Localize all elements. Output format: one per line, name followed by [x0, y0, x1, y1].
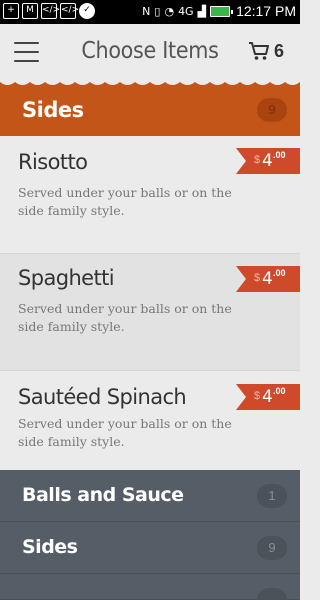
list-item[interactable]: Sautéed Spinach Served under your balls … [0, 371, 300, 449]
notification-icons: + M </> </> ✓ [3, 3, 95, 19]
category-count-badge: 9 [257, 536, 287, 560]
price-value: 4 [262, 387, 273, 407]
check-icon: ✓ [79, 3, 95, 19]
price-currency: $ [254, 154, 261, 166]
category-count-badge [257, 588, 287, 600]
item-description: Served under your balls or on the side f… [18, 301, 232, 334]
system-icons: N ▯ ◔ 4G ▟ 12:17 PM [142, 3, 296, 19]
nfc-icon: N [142, 4, 151, 18]
cart-count: 6 [273, 40, 284, 61]
list-item[interactable]: Spaghetti Served under your balls or on … [0, 254, 300, 371]
item-description: Served under your balls or on the side f… [18, 416, 232, 449]
section-header[interactable]: Sides 9 [0, 80, 300, 136]
category-count-badge: 1 [257, 484, 287, 508]
price-cents: .00 [273, 268, 286, 278]
wifi-icon: ◔ [164, 4, 175, 18]
item-name: Sautéed Spinach [18, 385, 187, 409]
vibrate-icon: ▯ [154, 4, 161, 18]
network-label: 4G [178, 4, 194, 18]
price-cents: .00 [273, 386, 286, 396]
signal-icon: ▟ [197, 4, 207, 18]
price-tag[interactable]: $ 4 .00 [236, 266, 300, 292]
price-value: 4 [262, 151, 273, 171]
app-bar: Choose Items 6 [0, 24, 300, 80]
price-value: 4 [262, 269, 273, 289]
price-tag[interactable]: $ 4 .00 [236, 384, 300, 410]
price-currency: $ [254, 272, 261, 284]
status-bar: + M </> </> ✓ N ▯ ◔ 4G ▟ 12:17 PM [0, 0, 300, 24]
section-count-badge: 9 [257, 98, 287, 122]
category-label: Balls and Sauce [22, 484, 184, 506]
section-title: Sides [22, 98, 84, 122]
category-label: Sides [22, 536, 78, 558]
code-icon: </> [41, 3, 60, 19]
item-name: Risotto [18, 150, 88, 174]
mail-icon: M [22, 3, 38, 19]
category-item-balls-and-sauce[interactable]: Balls and Sauce 1 [0, 470, 300, 522]
price-currency: $ [254, 390, 261, 402]
cart-icon [248, 42, 269, 60]
price-cents: .00 [273, 150, 286, 160]
status-time: 12:17 PM [236, 3, 296, 19]
item-name: Spaghetti [18, 266, 115, 290]
price-tag[interactable]: $ 4 .00 [236, 148, 300, 174]
category-item-sides[interactable]: Sides 9 [0, 522, 300, 574]
code-icon: </> [60, 3, 79, 19]
scallop-edge [0, 80, 300, 85]
item-description: Served under your balls or on the side f… [18, 185, 232, 218]
add-icon: + [3, 3, 19, 19]
category-item-partial[interactable] [0, 574, 300, 600]
list-item[interactable]: Risotto Served under your balls or on th… [0, 136, 300, 254]
battery-icon [210, 5, 234, 17]
cart-button[interactable]: 6 [248, 40, 284, 62]
